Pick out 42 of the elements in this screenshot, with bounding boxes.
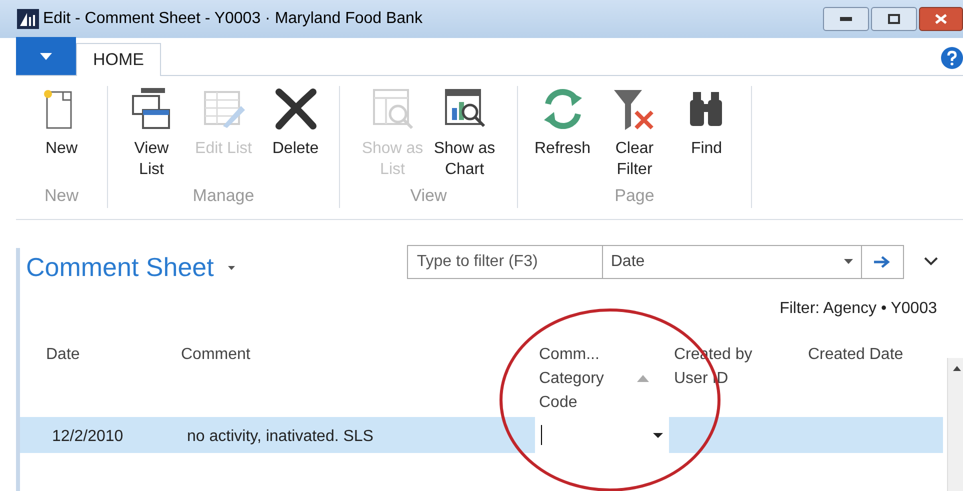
ribbon-button[interactable]: Show as Chart: [430, 86, 500, 182]
close-button[interactable]: [919, 7, 963, 31]
apply-filter-button[interactable]: [860, 244, 904, 278]
app-logo-icon: [17, 9, 39, 29]
ribbon-tab[interactable]: HOME: [76, 43, 161, 76]
ribbon-button[interactable]: New: [26, 86, 96, 182]
sort-ascending-icon: [637, 375, 649, 382]
table-row[interactable]: 12/2/2010 no activity, inativated. SLS: [20, 417, 943, 453]
group-label: Manage: [192, 184, 254, 206]
cross-icon: [272, 86, 318, 132]
help-icon: [941, 47, 963, 69]
filter-field-dropdown[interactable]: Date: [602, 244, 861, 278]
column-header[interactable]: Comm... Category Code: [539, 343, 649, 415]
minimize-button[interactable]: [823, 7, 869, 31]
column-header[interactable]: Comment: [181, 343, 250, 367]
group-label: View: [410, 184, 447, 206]
ribbon-button[interactable]: View List: [116, 86, 186, 182]
ribbon-button[interactable]: Delete: [260, 86, 330, 182]
ribbon-button[interactable]: Find: [672, 86, 742, 182]
table-cell-text: 12/2/2010: [52, 427, 124, 447]
caret-icon: [40, 52, 52, 60]
close-icon: [935, 14, 947, 24]
page-title: Comment Sheet: [26, 251, 214, 284]
table-cell-text: no activity, inativated. SLS: [187, 427, 374, 447]
column-header[interactable]: Created Date: [808, 343, 904, 367]
group-label: Page: [614, 184, 654, 206]
ribbon-button[interactable]: Refresh: [528, 86, 598, 182]
ribbon-button[interactable]: Clear Filter: [600, 86, 670, 182]
window-title: Edit - Comment Sheet - Y0003 · Maryland Food Bank: [43, 9, 422, 29]
minimize-icon: [840, 17, 852, 21]
maximize-icon: [888, 14, 900, 24]
caret-icon: [228, 266, 235, 270]
caret-icon: [844, 259, 853, 264]
filter-info: Filter: Agency • Y0003: [780, 299, 937, 319]
maximize-button[interactable]: [871, 7, 917, 31]
caret-icon: [653, 432, 663, 438]
filter-input[interactable]: Type to filter (F3): [406, 244, 603, 278]
scroll-up-icon: [952, 366, 960, 371]
arrow-right-icon: [874, 256, 890, 268]
group-label: New: [44, 184, 78, 206]
column-header[interactable]: Date: [46, 343, 80, 367]
chevron-down-icon: [924, 257, 938, 266]
